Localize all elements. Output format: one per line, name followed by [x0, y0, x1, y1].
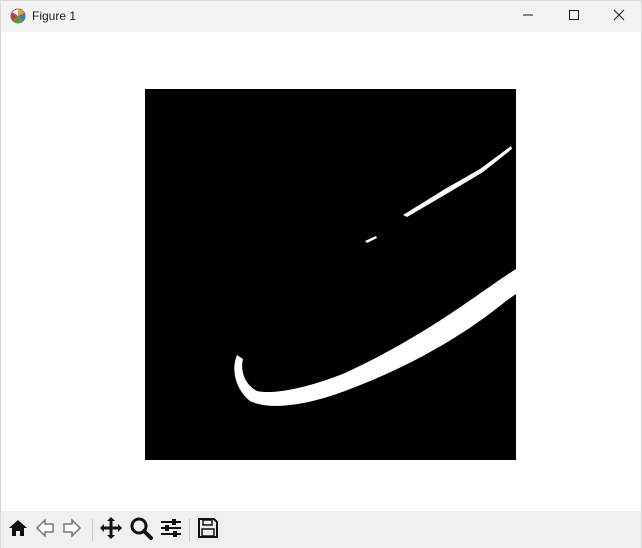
maximize-button[interactable] — [551, 1, 597, 32]
sliders-icon — [159, 516, 183, 545]
toolbar-separator — [189, 519, 190, 541]
back-button[interactable] — [32, 517, 58, 543]
toolbar-separator — [92, 519, 93, 541]
image-axes[interactable] — [145, 89, 516, 460]
save-button[interactable] — [195, 517, 221, 543]
minimize-icon — [522, 8, 534, 26]
back-arrow-icon — [34, 517, 56, 544]
window-title: Figure 1 — [32, 9, 77, 23]
move-icon — [99, 516, 123, 545]
matplotlib-figure-icon — [9, 7, 27, 25]
figure-window: Figure 1 — [0, 0, 642, 548]
binary-image — [145, 89, 516, 460]
image-background — [145, 89, 516, 460]
maximize-icon — [568, 8, 580, 26]
forward-arrow-icon — [61, 517, 83, 544]
title-bar[interactable]: Figure 1 — [1, 1, 641, 32]
pan-button[interactable] — [98, 516, 124, 545]
zoom-button[interactable] — [128, 517, 154, 543]
close-button[interactable] — [596, 1, 642, 32]
configure-subplots-button[interactable] — [158, 517, 184, 543]
navigation-toolbar — [1, 511, 641, 548]
forward-button[interactable] — [59, 517, 85, 543]
home-icon — [7, 517, 29, 544]
magnifier-icon — [129, 516, 153, 545]
floppy-disk-icon — [197, 517, 219, 544]
close-icon — [613, 8, 625, 26]
figure-canvas[interactable] — [1, 32, 641, 510]
minimize-button[interactable] — [505, 1, 551, 32]
home-button[interactable] — [5, 517, 31, 543]
